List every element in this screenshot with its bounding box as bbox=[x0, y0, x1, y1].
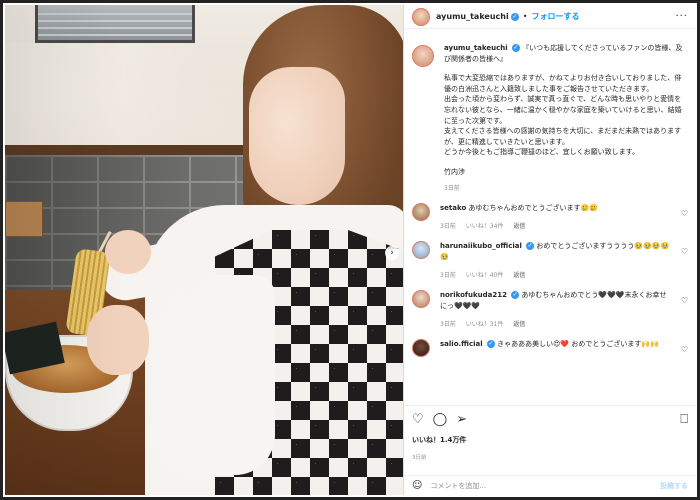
comment-avatar[interactable] bbox=[412, 203, 430, 222]
comment-meta: 3日前 いいね！31件 返信 bbox=[440, 319, 672, 330]
post-caption: ayumu_takeuchi ✓ 『いつも応援してくださっているファンの皆様、及… bbox=[412, 43, 690, 194]
caption-body: ayumu_takeuchi ✓ 『いつも応援してくださっているファンの皆様、及… bbox=[444, 43, 684, 194]
comment-like-icon[interactable]: ♡ bbox=[681, 209, 688, 218]
comment-item: harunaiikubo_official ✓ おめでとうございますうううう🥹🥹… bbox=[412, 241, 690, 281]
add-comment-bar: ☺ 投稿する bbox=[404, 475, 696, 495]
comment-item: setako あゆむちゃんおめでとうございます🥲🥲 3日前 いいね！34件 返信… bbox=[412, 203, 690, 232]
more-options-icon[interactable]: ··· bbox=[675, 11, 688, 22]
likes-count[interactable]: いいね！1.4万件 bbox=[412, 435, 688, 445]
comment-text: あゆむちゃんおめでとうございます🥲🥲 bbox=[468, 204, 598, 213]
follow-button[interactable]: フォローする bbox=[531, 11, 579, 22]
caption-signature: 竹内渉 bbox=[444, 167, 465, 176]
comment-body: norikofukuda212 ✓ あゆむちゃんおめでとう🖤🖤🖤末永くお幸せにっ… bbox=[440, 290, 672, 330]
comment-username[interactable]: norikofukuda212 bbox=[440, 291, 507, 299]
comment-likes[interactable]: いいね！31件 bbox=[466, 321, 504, 328]
comment-meta: 3日前 いいね！40件 返信 bbox=[440, 270, 672, 281]
comment-input[interactable] bbox=[430, 481, 631, 490]
comment-username[interactable]: harunaiikubo_official bbox=[440, 242, 522, 250]
author-username[interactable]: ayumu_takeuchi bbox=[436, 12, 509, 21]
comment-icon[interactable]: ◯ bbox=[433, 413, 448, 427]
post-date: 3日前 bbox=[412, 455, 427, 461]
comment-body: salio.fficial ✓ きゃあああ美しい😍❤️ おめでとうございます🙌🙌 bbox=[440, 339, 672, 357]
post-photo[interactable]: › bbox=[5, 5, 403, 495]
comment-like-icon[interactable]: ♡ bbox=[681, 345, 688, 354]
verified-badge-icon: ✓ bbox=[511, 44, 520, 52]
comment-time: 3日前 bbox=[440, 321, 456, 329]
comment-avatar[interactable] bbox=[412, 241, 430, 260]
caption-username[interactable]: ayumu_takeuchi bbox=[444, 44, 508, 52]
caption-time: 3日前 bbox=[444, 184, 460, 192]
smiley-icon[interactable]: ☺ bbox=[412, 480, 422, 491]
reply-button[interactable]: 返信 bbox=[513, 223, 525, 230]
comment-body: setako あゆむちゃんおめでとうございます🥲🥲 3日前 いいね！34件 返信 bbox=[440, 203, 672, 232]
post-actions: ♡ ◯ ➢ ⎕ いいね！1.4万件 bbox=[404, 405, 696, 445]
author-avatar[interactable] bbox=[412, 7, 430, 26]
comment-time: 3日前 bbox=[440, 272, 456, 280]
verified-badge-icon: ✓ bbox=[526, 242, 535, 251]
caption-avatar[interactable] bbox=[412, 45, 434, 67]
comments-list[interactable]: ayumu_takeuchi ✓ 『いつも応援してくださっているファンの皆様、及… bbox=[404, 43, 696, 403]
comment-time: 3日前 bbox=[440, 223, 456, 231]
comment-likes[interactable]: いいね！40件 bbox=[466, 272, 504, 279]
comment-avatar[interactable] bbox=[412, 290, 430, 309]
post-header: ayumu_takeuchi ✓ • フォローする ··· bbox=[404, 5, 696, 29]
comment-meta: 3日前 いいね！34件 返信 bbox=[440, 221, 672, 232]
header-separator: • bbox=[522, 12, 528, 21]
comment-item: salio.fficial ✓ きゃあああ美しい😍❤️ おめでとうございます🙌🙌… bbox=[412, 339, 690, 358]
comment-body: harunaiikubo_official ✓ おめでとうございますうううう🥹🥹… bbox=[440, 241, 672, 281]
reply-button[interactable]: 返信 bbox=[513, 321, 525, 328]
photo-shading bbox=[5, 5, 403, 495]
action-icons: ♡ ◯ ➢ ⎕ bbox=[412, 412, 688, 428]
comment-item: norikofukuda212 ✓ あゆむちゃんおめでとう🖤🖤🖤末永くお幸せにっ… bbox=[412, 290, 690, 330]
comment-username[interactable]: salio.fficial bbox=[440, 340, 483, 348]
heart-icon[interactable]: ♡ bbox=[412, 413, 424, 427]
verified-badge-icon: ✓ bbox=[511, 291, 520, 300]
comment-like-icon[interactable]: ♡ bbox=[681, 296, 688, 305]
comment-like-icon[interactable]: ♡ bbox=[681, 247, 688, 256]
comment-likes[interactable]: いいね！34件 bbox=[466, 223, 504, 230]
verified-badge-icon: ✓ bbox=[510, 12, 519, 21]
verified-badge-icon: ✓ bbox=[486, 340, 495, 349]
comment-username[interactable]: setako bbox=[440, 204, 466, 212]
post-comment-button[interactable]: 投稿する bbox=[660, 481, 688, 491]
comment-text: きゃあああ美しい😍❤️ おめでとうございます🙌🙌 bbox=[497, 340, 659, 349]
post-side-panel: ayumu_takeuchi ✓ • フォローする ··· ayumu_take… bbox=[403, 5, 696, 495]
carousel-next-button[interactable]: › bbox=[385, 246, 399, 260]
comment-avatar[interactable] bbox=[412, 339, 430, 358]
share-icon[interactable]: ➢ bbox=[456, 413, 467, 427]
caption-text: 私事で大変恐縮ではありますが、かねてよりお付き合いしておりました、俳優の白洲迅さ… bbox=[444, 74, 682, 157]
bookmark-icon[interactable]: ⎕ bbox=[680, 413, 688, 427]
reply-button[interactable]: 返信 bbox=[513, 272, 525, 279]
